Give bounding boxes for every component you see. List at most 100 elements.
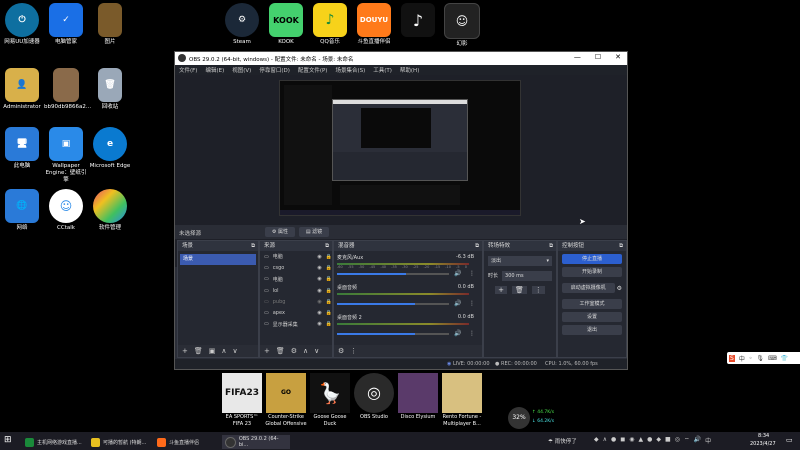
app-tray-icon[interactable]: ● <box>647 436 652 445</box>
dock-float-icon[interactable]: ⧉ <box>475 241 479 251</box>
gear-icon[interactable]: ⚙ <box>617 285 622 292</box>
properties-button[interactable]: ⚙ 属性 <box>265 227 295 237</box>
source-item[interactable]: ▭ pubg ◉ 🔒 <box>260 296 332 307</box>
source-settings-icon[interactable]: ⚙ <box>291 347 297 355</box>
dock-float-icon[interactable]: ⧉ <box>325 241 329 251</box>
desktop-icon-this-pc[interactable]: 🖥 此电脑 <box>0 127 44 170</box>
desktop-icon-rento[interactable]: Rento Fortune - Multiplayer B... <box>440 373 484 427</box>
app-tray-icon[interactable]: ■ <box>665 436 671 445</box>
desktop-icon-administrator[interactable]: 👤 Administrator <box>0 68 44 111</box>
source-item[interactable]: ▭ apex ◉ 🔒 <box>260 307 332 318</box>
desktop-icon-edge[interactable]: e Microsoft Edge <box>88 127 132 170</box>
shield-icon[interactable]: ◆ <box>594 436 599 445</box>
lock-icon[interactable]: 🔒 <box>326 265 332 271</box>
lock-icon[interactable]: 🔒 <box>326 276 332 282</box>
source-item[interactable]: ▭ lol ◉ 🔒 <box>260 285 332 296</box>
desktop-icon-ghost[interactable]: ☺ 幻影 <box>440 3 484 48</box>
lock-icon[interactable]: 🔒 <box>326 288 332 294</box>
desktop-icon-cctalk[interactable]: ☺ CCtalk <box>44 189 88 232</box>
menu-tools[interactable]: 工具(T) <box>373 66 392 74</box>
more-options-icon[interactable]: ⋮ <box>531 286 545 294</box>
desktop-icon-steam[interactable]: ⚙ Steam <box>220 3 264 46</box>
desktop-icon-qqmusic[interactable]: ♪ QQ音乐 <box>308 3 352 46</box>
start-virtual-camera-button[interactable]: 启动虚拟摄像机 <box>562 283 615 293</box>
lock-icon[interactable]: 🔒 <box>326 299 332 305</box>
speaker-icon[interactable]: 🔊 <box>454 270 461 277</box>
menu-scene-collection[interactable]: 场景集合(S) <box>335 66 365 74</box>
desktop-icon-goose[interactable]: 🪿 Goose Goose Duck <box>308 373 352 427</box>
chevron-up-icon[interactable]: ∧ <box>603 436 607 445</box>
notification-icon[interactable]: ▭ <box>786 436 793 444</box>
source-item[interactable]: ▭ csgo ◉ 🔒 <box>260 262 332 273</box>
eye-icon[interactable]: ◉ <box>317 310 321 316</box>
desktop-icon-app-manager[interactable]: 软件管理 <box>88 189 132 232</box>
source-item[interactable]: ▭ 显示器采集 ◉ 🔒 <box>260 319 332 330</box>
speaker-icon[interactable]: 🔊 <box>454 300 461 307</box>
duration-input[interactable]: 300 ms <box>502 271 552 281</box>
menu-profile[interactable]: 配置文件(P) <box>298 66 328 74</box>
app-tray-icon[interactable]: ◆ <box>656 436 661 445</box>
clock-time[interactable]: 8:34 <box>758 433 769 439</box>
dock-float-icon[interactable]: ⧉ <box>549 241 553 251</box>
filters-button[interactable]: ▤ 滤镜 <box>299 227 329 237</box>
maximize-icon[interactable]: ☐ <box>595 53 601 61</box>
desktop-icon-fifa[interactable]: FIFA23 EA SPORTS™ FIFA 23 <box>220 373 264 427</box>
volume-slider[interactable] <box>337 303 449 305</box>
volume-slider[interactable] <box>337 333 449 335</box>
studio-mode-button[interactable]: 工作室模式 <box>562 299 622 309</box>
more-options-icon[interactable]: ⋮ <box>469 300 475 307</box>
preview-area[interactable]: ➤ 未选择源 ⚙ 属性 ▤ 滤镜 <box>175 75 627 267</box>
move-down-icon[interactable]: ∨ <box>233 347 238 355</box>
start-windows-icon[interactable]: ⊞ <box>4 435 12 445</box>
desktop-icon-pictures[interactable]: 图片 <box>88 3 132 46</box>
chinese-mode-icon[interactable]: 中 <box>739 354 745 363</box>
eye-icon[interactable]: ◉ <box>317 321 321 327</box>
source-item[interactable]: ▭ 电脑 ◉ 🔒 <box>260 274 332 285</box>
move-down-icon[interactable]: ∨ <box>314 347 319 355</box>
desktop-icon-pc-manager[interactable]: ✓ 电脑管家 <box>44 3 88 46</box>
eye-icon[interactable]: ◉ <box>317 288 321 294</box>
app-tray-icon[interactable]: ◼ <box>620 436 625 445</box>
obs-window[interactable]: OBS 29.0.2 (64-bit, windows) - 配置文件: 未命名… <box>174 51 628 370</box>
network-speed-widget[interactable]: 32% ↑ 44.7K/s ↓ 64.2K/s <box>508 407 556 429</box>
close-icon[interactable]: ✕ <box>615 53 621 61</box>
dock-float-icon[interactable]: ⧉ <box>619 241 623 251</box>
add-transition-icon[interactable]: + <box>495 286 507 294</box>
menu-help[interactable]: 帮助(H) <box>400 66 419 74</box>
lock-icon[interactable]: 🔒 <box>326 254 332 260</box>
scene-filter-icon[interactable]: ▣ <box>209 347 216 355</box>
keyboard-icon[interactable]: ⌨ <box>768 355 777 362</box>
desktop-icon-recycle-bin[interactable]: 🗑 回收站 <box>88 68 132 111</box>
eye-icon[interactable]: ◉ <box>317 276 321 282</box>
menu-view[interactable]: 视图(V) <box>232 66 251 74</box>
remove-source-icon[interactable]: 🗑 <box>276 347 285 355</box>
add-scene-icon[interactable]: + <box>182 347 188 355</box>
menu-docks[interactable]: 停靠窗口(D) <box>259 66 290 74</box>
skin-icon[interactable]: 👕 <box>781 355 788 362</box>
app-tray-icon[interactable]: ▲ <box>639 436 644 445</box>
desktop-icon-network[interactable]: 🌐 网络 <box>0 189 44 232</box>
source-item[interactable]: ▭ 电脑 ◉ 🔒 <box>260 251 332 262</box>
desktop-icon-wallpaper-engine[interactable]: ▣ Wallpaper Engine：壁纸引擎 <box>44 127 88 184</box>
speaker-icon[interactable]: 🔊 <box>454 330 461 337</box>
start-recording-button[interactable]: 开始录制 <box>562 267 622 277</box>
ime-icon[interactable]: 中 <box>705 436 711 445</box>
ime-toolbar[interactable]: S 中 ◦ 🎙 ⌨ 👕 <box>727 352 800 364</box>
taskbar-item-video[interactable]: 可播的暂航 (特朗... <box>88 435 156 449</box>
dock-float-icon[interactable]: ⧉ <box>251 241 255 251</box>
obs-titlebar[interactable]: OBS 29.0.2 (64-bit, windows) - 配置文件: 未命名… <box>175 52 627 65</box>
scene-item[interactable]: 场景 <box>180 254 256 265</box>
settings-button[interactable]: 设置 <box>562 312 622 322</box>
desktop-icon-obs[interactable]: ◎ OBS Studio <box>352 373 396 421</box>
eye-icon[interactable]: ◉ <box>317 299 321 305</box>
taskbar-item-obs[interactable]: OBS 29.0.2 (64-bi... <box>222 435 290 449</box>
transition-type-select[interactable]: 淡出 ▾ <box>488 256 552 266</box>
desktop-icon-douyu[interactable]: DOUYU 斗鱼直播伴侣 <box>352 3 396 46</box>
add-source-icon[interactable]: + <box>264 347 270 355</box>
remove-scene-icon[interactable]: 🗑 <box>194 347 203 355</box>
microphone-icon[interactable]: 🎙 <box>756 355 764 362</box>
volume-slider[interactable] <box>337 273 449 275</box>
minimize-icon[interactable]: — <box>574 53 581 61</box>
exit-button[interactable]: 退出 <box>562 325 622 335</box>
desktop-icon-image-file[interactable]: bb90db9866a2... <box>44 68 91 111</box>
